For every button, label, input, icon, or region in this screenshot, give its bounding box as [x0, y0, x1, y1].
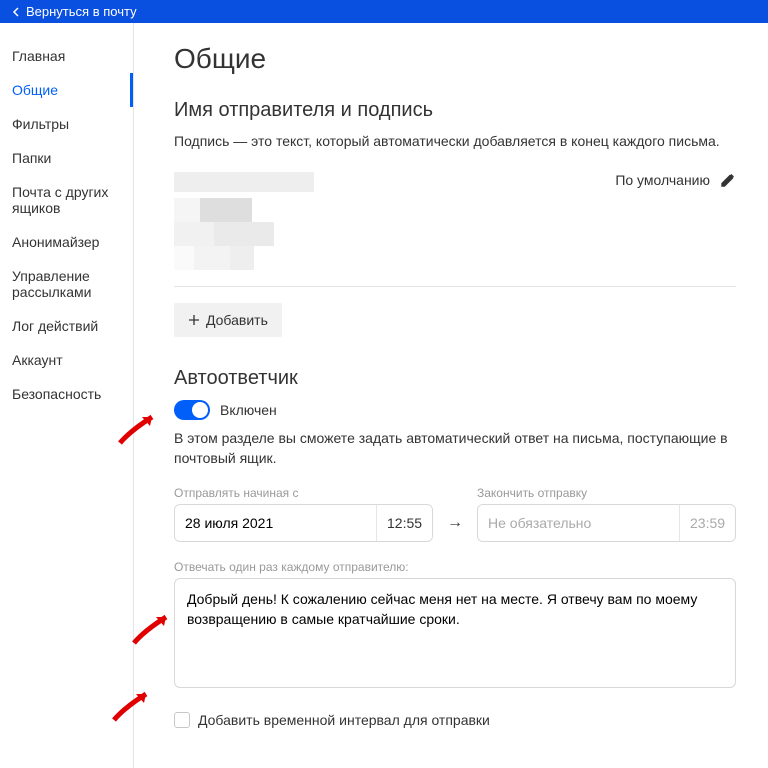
- sidebar-item-security[interactable]: Безопасность: [0, 377, 133, 411]
- sender-heading: Имя отправителя и подпись: [174, 99, 736, 122]
- annotation-arrow-2: [130, 611, 178, 647]
- auto-description: В этом разделе вы сможете задать автомат…: [174, 428, 736, 469]
- autoresponder-toggle[interactable]: [174, 400, 210, 420]
- start-date-input[interactable]: [175, 505, 376, 541]
- sidebar-item-mailing[interactable]: Управление рассылками: [0, 259, 133, 309]
- default-label: По умолчанию: [615, 172, 710, 188]
- start-label: Отправлять начиная с: [174, 486, 433, 500]
- signature-name-redacted: [174, 172, 314, 192]
- autoreply-message-input[interactable]: [187, 589, 723, 677]
- sidebar-item-log[interactable]: Лог действий: [0, 309, 133, 343]
- topbar: Вернуться в почту: [0, 0, 768, 23]
- start-time-input[interactable]: [376, 505, 432, 541]
- add-button-label: Добавить: [206, 312, 268, 328]
- plus-icon: [188, 314, 200, 326]
- sidebar-item-general[interactable]: Общие: [0, 73, 133, 107]
- chevron-left-icon: [12, 7, 20, 17]
- sidebar-item-main[interactable]: Главная: [0, 39, 133, 73]
- content: Общие Имя отправителя и подпись Подпись …: [134, 23, 768, 768]
- autoreply-textarea-wrap: [174, 578, 736, 688]
- end-label: Закончить отправку: [477, 486, 736, 500]
- auto-heading: Автоответчик: [174, 367, 736, 390]
- arrow-right-icon: →: [443, 514, 467, 542]
- sidebar: Главная Общие Фильтры Папки Почта с друг…: [0, 23, 134, 768]
- end-time-input[interactable]: [679, 505, 735, 541]
- sidebar-item-anonymizer[interactable]: Анонимайзер: [0, 225, 133, 259]
- add-interval-label: Добавить временной интервал для отправки: [198, 712, 490, 728]
- back-to-mail-link[interactable]: Вернуться в почту: [12, 4, 137, 19]
- signature-card: По умолчанию: [174, 172, 736, 287]
- signature-body-redacted: [174, 198, 736, 270]
- enabled-label: Включен: [220, 402, 277, 418]
- sidebar-item-folders[interactable]: Папки: [0, 141, 133, 175]
- sidebar-item-filters[interactable]: Фильтры: [0, 107, 133, 141]
- sender-description: Подпись — это текст, который автоматичес…: [174, 132, 736, 152]
- sidebar-item-other-mail[interactable]: Почта с других ящиков: [0, 175, 133, 225]
- add-interval-checkbox[interactable]: [174, 712, 190, 728]
- end-date-input[interactable]: [478, 505, 679, 541]
- sender-signature-section: Имя отправителя и подпись Подпись — это …: [174, 99, 736, 337]
- sidebar-item-account[interactable]: Аккаунт: [0, 343, 133, 377]
- back-label: Вернуться в почту: [26, 4, 137, 19]
- edit-signature-button[interactable]: [720, 172, 736, 188]
- pencil-icon: [720, 172, 736, 188]
- reply-once-label: Отвечать один раз каждому отправителю:: [174, 560, 736, 574]
- start-date-group: [174, 504, 433, 542]
- add-signature-button[interactable]: Добавить: [174, 303, 282, 337]
- autoresponder-section: Автоответчик Включен В этом разделе вы с…: [174, 367, 736, 729]
- page-title: Общие: [174, 43, 736, 75]
- end-date-group: [477, 504, 736, 542]
